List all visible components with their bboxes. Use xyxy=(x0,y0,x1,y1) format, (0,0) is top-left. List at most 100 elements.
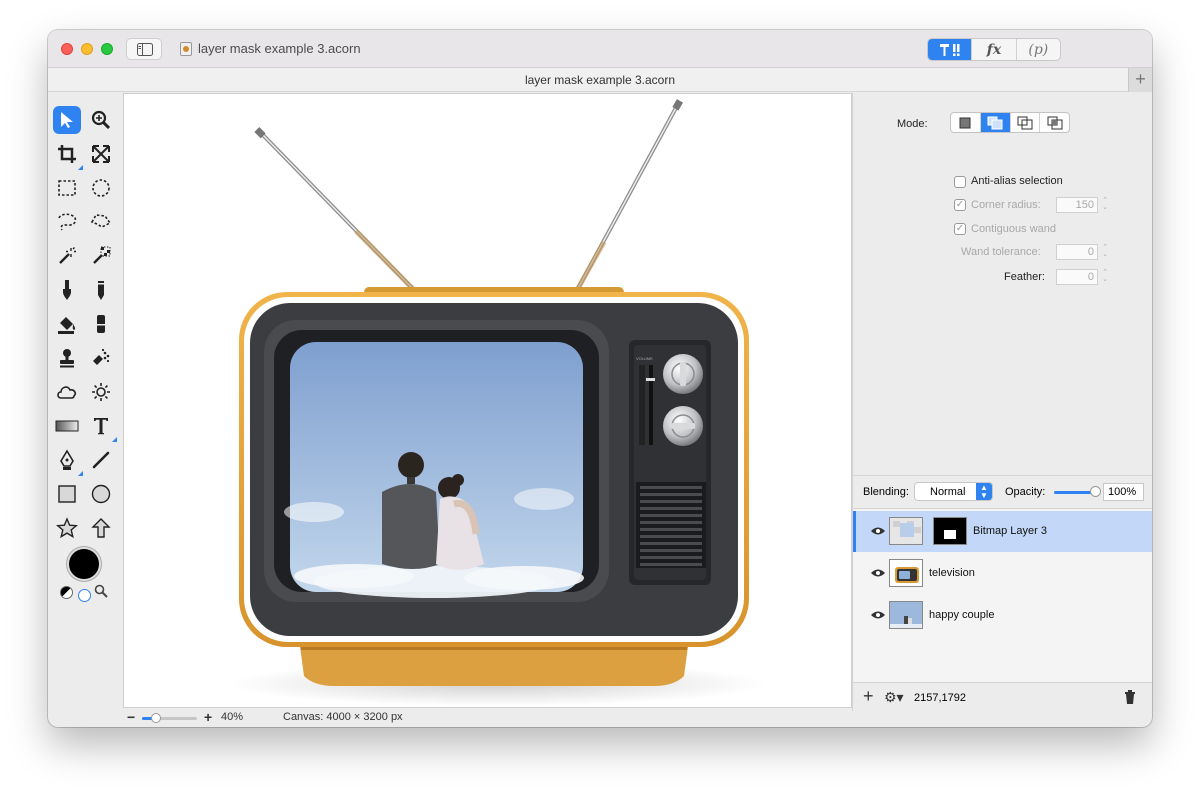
fx-mode-button[interactable]: fx xyxy=(972,39,1017,60)
selection-inspector: Mode: Anti-alias selection ✓ Corner radi… xyxy=(852,93,1152,475)
opacity-slider[interactable] xyxy=(1054,491,1095,494)
zoom-in-button[interactable]: + xyxy=(204,709,212,725)
corner-radius-stepper[interactable]: ⌃ ⌄ xyxy=(1100,197,1110,213)
subtract-selection-mode-button[interactable] xyxy=(1011,113,1041,132)
subtract-selection-icon xyxy=(1017,116,1033,129)
select-tool-button[interactable] xyxy=(53,106,81,134)
close-window-button[interactable] xyxy=(61,43,73,55)
opacity-field[interactable]: 100% xyxy=(1103,483,1144,501)
image-canvas[interactable]: VOLUME xyxy=(123,93,852,708)
bezier-pen-tool-button[interactable] xyxy=(53,446,83,476)
arrow-cursor-icon xyxy=(61,112,73,128)
wand-tolerance-stepper[interactable]: ⌃ ⌄ xyxy=(1100,244,1110,260)
opacity-label: Opacity: xyxy=(1005,486,1046,498)
corner-radius-label: Corner radius: xyxy=(971,199,1041,211)
crop-tool-button[interactable] xyxy=(53,140,83,170)
wand-tolerance-field[interactable]: 0 xyxy=(1056,244,1098,260)
magic-wand-tool-button[interactable] xyxy=(53,242,81,270)
ellipse-select-tool-button[interactable] xyxy=(87,174,115,202)
left-antenna xyxy=(254,127,418,294)
circle-tool-button[interactable] xyxy=(87,480,115,508)
blending-mode-select[interactable]: Normal ▲ ▼ xyxy=(914,482,993,501)
intersect-selection-icon xyxy=(1047,116,1063,129)
mode-label: Mode: xyxy=(897,118,928,130)
color-wand-icon xyxy=(93,246,111,264)
rect-select-tool-button[interactable] xyxy=(53,174,81,202)
text-tool-button[interactable] xyxy=(87,412,117,442)
status-bar: − + 40% Canvas: 4000 × 3200 px xyxy=(123,708,852,727)
eye-icon[interactable] xyxy=(870,526,886,536)
star-tool-button[interactable] xyxy=(53,514,81,542)
text-icon xyxy=(94,418,108,435)
foreground-color-well[interactable] xyxy=(67,547,101,581)
layer-thumbnail xyxy=(889,601,923,629)
zoom-out-button[interactable]: − xyxy=(127,709,135,725)
cloud-shape-tool-button[interactable] xyxy=(53,378,81,406)
opacity-slider-knob[interactable] xyxy=(1090,486,1101,497)
gradient-tool-button[interactable] xyxy=(53,412,81,440)
line-icon xyxy=(92,451,110,469)
layer-row-television[interactable]: television xyxy=(853,553,1152,594)
blending-label: Blending: xyxy=(863,486,909,498)
arrow-shape-tool-button[interactable] xyxy=(87,514,115,542)
trash-icon[interactable] xyxy=(1124,690,1136,704)
gradient-icon xyxy=(55,420,79,432)
zoom-slider-knob[interactable] xyxy=(151,713,161,723)
new-selection-mode-button[interactable] xyxy=(951,113,981,132)
rectangle-icon xyxy=(58,485,76,503)
line-tool-button[interactable] xyxy=(87,446,115,474)
tools-mode-button[interactable] xyxy=(928,39,973,60)
add-selection-mode-button[interactable] xyxy=(980,113,1011,132)
corner-radius-checkbox[interactable]: ✓ xyxy=(954,199,966,211)
pencil-tool-button[interactable] xyxy=(87,276,115,304)
zoom-window-button[interactable] xyxy=(101,43,113,55)
clone-stamp-tool-button[interactable] xyxy=(53,344,81,372)
swap-colors-icon[interactable] xyxy=(60,586,73,599)
stamp-icon xyxy=(60,349,74,368)
brush-tool-button[interactable] xyxy=(53,276,81,304)
eye-icon[interactable] xyxy=(870,568,886,578)
sun-icon xyxy=(92,383,110,401)
transform-tool-button[interactable] xyxy=(87,140,115,168)
lasso-tool-button[interactable] xyxy=(53,208,81,236)
color-wand-tool-button[interactable] xyxy=(87,242,115,270)
p-mode-button[interactable]: (p) xyxy=(1017,39,1060,60)
anti-alias-checkbox[interactable] xyxy=(954,176,966,188)
sidebar-icon xyxy=(137,43,153,56)
svg-text:VOLUME: VOLUME xyxy=(636,356,653,361)
polygon-lasso-tool-button[interactable] xyxy=(87,208,115,236)
color-picker-loupe-icon[interactable] xyxy=(94,584,108,598)
corner-radius-field[interactable]: 150 xyxy=(1056,197,1098,213)
eye-icon[interactable] xyxy=(870,610,886,620)
eraser-tool-button[interactable] xyxy=(87,310,115,338)
zoom-tool-button[interactable] xyxy=(87,106,115,134)
layer-row-bitmap-layer-3[interactable]: Bitmap Layer 3 xyxy=(853,511,1152,552)
chevron-updown-icon: ▲ ▼ xyxy=(976,483,992,500)
sun-effect-tool-button[interactable] xyxy=(87,378,115,406)
wand-tolerance-label: Wand tolerance: xyxy=(961,246,1041,258)
gear-menu-icon[interactable]: ⚙▾ xyxy=(884,689,904,706)
sidebar-toggle-button[interactable] xyxy=(126,38,162,60)
toolbox xyxy=(48,93,123,711)
feather-field[interactable]: 0 xyxy=(1056,269,1098,285)
feather-stepper[interactable]: ⌃ ⌄ xyxy=(1100,269,1110,285)
intersect-selection-mode-button[interactable] xyxy=(1040,113,1069,132)
paint-bucket-tool-button[interactable] xyxy=(53,310,81,338)
mode-segmented-control: fx (p) xyxy=(927,38,1061,61)
layer-mask-thumbnail[interactable] xyxy=(933,517,967,545)
background-color-well[interactable] xyxy=(78,589,91,602)
ellipse-marquee-icon xyxy=(92,179,110,197)
contiguous-wand-checkbox[interactable]: ✓ xyxy=(954,223,966,235)
document-icon xyxy=(180,42,192,56)
add-tab-button[interactable]: + xyxy=(1128,68,1152,92)
paint-bucket-icon xyxy=(58,317,76,334)
eraser-icon xyxy=(97,315,105,333)
add-layer-button[interactable]: + xyxy=(863,686,874,707)
layer-name: television xyxy=(929,567,975,579)
minimize-window-button[interactable] xyxy=(81,43,93,55)
rectangle-tool-button[interactable] xyxy=(53,480,81,508)
document-tab-bar: layer mask example 3.acorn + xyxy=(48,68,1152,92)
layer-row-happy-couple[interactable]: happy couple xyxy=(853,595,1152,636)
smudge-tool-button[interactable] xyxy=(87,344,115,372)
zoom-slider[interactable] xyxy=(142,713,197,723)
